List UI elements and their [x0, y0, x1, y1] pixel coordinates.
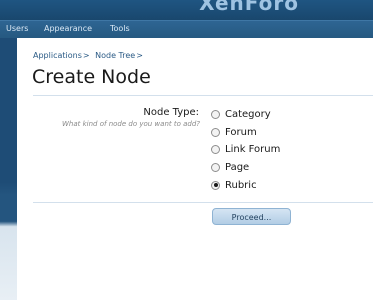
breadcrumb-node-tree[interactable]: Node Tree	[95, 51, 135, 60]
top-header: XenForo	[0, 0, 373, 20]
node-type-hint: What kind of node do you want to add?	[62, 120, 200, 128]
radio-page[interactable]	[211, 163, 220, 173]
radio-rubric[interactable]	[211, 180, 220, 190]
option-category[interactable]: Category	[211, 106, 280, 124]
sidebar-background	[0, 38, 17, 300]
breadcrumb: Applications> Node Tree>	[33, 51, 146, 60]
proceed-button[interactable]: Proceed...	[212, 208, 291, 225]
breadcrumb-separator: >	[82, 51, 90, 60]
node-type-label: Node Type:	[143, 107, 199, 118]
breadcrumb-applications[interactable]: Applications	[33, 51, 82, 60]
page-title: Create Node	[32, 66, 151, 88]
option-rubric[interactable]: Rubric	[211, 176, 280, 194]
brand-logo[interactable]: XenForo	[199, 0, 299, 15]
breadcrumb-separator: >	[136, 51, 143, 60]
option-forum[interactable]: Forum	[211, 124, 280, 142]
divider	[33, 95, 373, 96]
option-link-forum[interactable]: Link Forum	[211, 141, 280, 159]
tab-users[interactable]: Users	[6, 24, 28, 33]
node-type-options: Category Forum Link Forum Page Rubric	[211, 106, 280, 194]
option-label: Page	[225, 162, 250, 174]
radio-forum[interactable]	[211, 127, 220, 137]
tab-appearance[interactable]: Appearance	[44, 24, 92, 33]
option-label: Category	[225, 109, 271, 121]
option-label: Forum	[225, 126, 257, 138]
radio-category[interactable]	[211, 110, 220, 120]
content-panel: Applications> Node Tree> Create Node Nod…	[17, 38, 373, 300]
radio-link-forum[interactable]	[211, 145, 220, 155]
option-label: Rubric	[225, 179, 257, 191]
main-nav: Users Appearance Tools	[0, 20, 373, 39]
divider	[33, 202, 373, 203]
option-page[interactable]: Page	[211, 159, 280, 177]
option-label: Link Forum	[225, 144, 281, 156]
tab-tools[interactable]: Tools	[110, 24, 130, 33]
